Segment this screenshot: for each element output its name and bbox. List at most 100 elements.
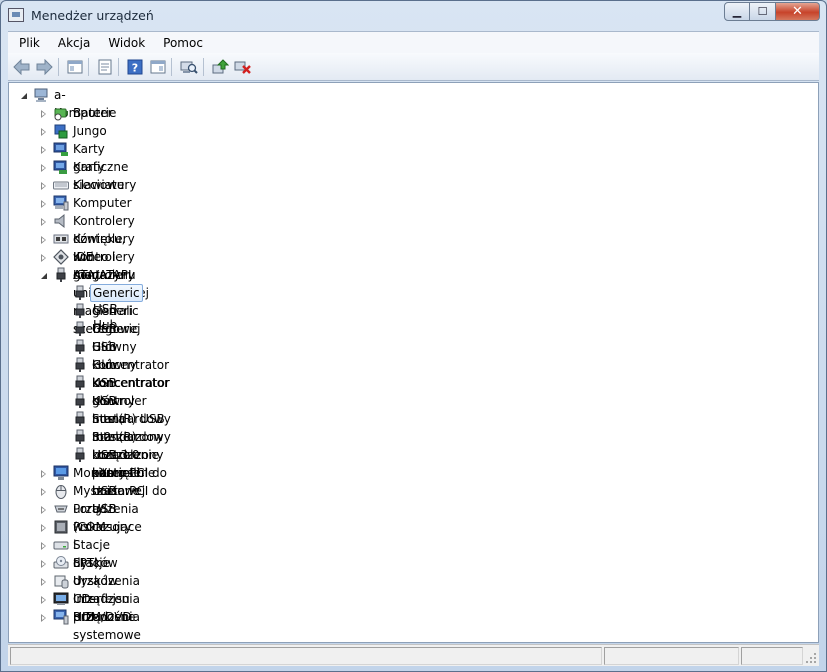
usb-device-icon — [75, 429, 85, 444]
toolbar: ? — [8, 53, 819, 81]
disk-drive-icon — [53, 541, 69, 550]
hid-icon — [54, 575, 69, 589]
status-pane-main — [10, 647, 602, 665]
collapse-triangle-icon[interactable] — [39, 271, 48, 280]
properties-button[interactable] — [96, 58, 114, 76]
menu-bar: Plik Akcja Widok Pomoc — [8, 31, 819, 53]
system-device-icon — [53, 609, 69, 625]
expand-triangle-icon[interactable] — [39, 199, 48, 208]
show-hide-tree-button[interactable] — [66, 58, 84, 76]
usb-device-icon — [75, 447, 85, 462]
expand-triangle-icon[interactable] — [39, 253, 48, 262]
tree-category[interactable]: Urządzenia systemowe — [71, 608, 143, 644]
storage-controller-icon — [53, 249, 69, 265]
expand-triangle-icon[interactable] — [39, 181, 48, 190]
scan-hardware-button[interactable] — [180, 58, 198, 76]
scan-hardware-icon — [180, 61, 198, 74]
usb-device-icon — [75, 393, 85, 408]
help-button[interactable]: ? — [126, 58, 144, 76]
tree-category[interactable]: Komputer — [71, 194, 134, 212]
portable-device-icon — [53, 592, 69, 605]
ide-controller-icon — [53, 234, 69, 244]
uninstall-button[interactable] — [234, 58, 252, 76]
minimize-icon: ▁ — [732, 5, 742, 18]
properties-icon — [98, 59, 112, 75]
minimize-button[interactable]: ▁ — [724, 2, 750, 21]
status-bar — [8, 644, 819, 666]
expand-triangle-icon[interactable] — [39, 469, 48, 478]
update-driver-button[interactable] — [211, 58, 229, 76]
forward-button[interactable] — [35, 58, 53, 76]
port-icon — [54, 505, 68, 513]
keyboard-icon — [53, 181, 69, 190]
expand-triangle-icon[interactable] — [39, 541, 48, 550]
toolbar-separator — [88, 58, 89, 76]
expand-triangle-icon[interactable] — [39, 577, 48, 586]
expand-triangle-icon[interactable] — [39, 595, 48, 604]
usb-device-icon — [75, 411, 85, 426]
expand-triangle-icon[interactable] — [39, 217, 48, 226]
details-pane-icon — [150, 60, 166, 74]
expand-triangle-icon[interactable] — [39, 163, 48, 172]
update-driver-icon — [212, 59, 229, 74]
computer-icon — [53, 195, 69, 211]
back-button[interactable] — [13, 58, 31, 76]
maximize-button[interactable]: ☐ — [750, 2, 776, 21]
display-adapter-icon — [53, 142, 68, 156]
toolbar-separator — [58, 58, 59, 76]
help-icon: ? — [127, 59, 143, 75]
toolbar-separator — [118, 58, 119, 76]
expand-triangle-icon[interactable] — [39, 127, 48, 136]
device-tree-view[interactable]: a-Komputer Baterie Jungo Karty graficzne Kar… — [8, 82, 819, 643]
tree-category[interactable]: Klawiatury — [71, 176, 138, 194]
tree-category[interactable]: Jungo — [71, 122, 109, 140]
title-bar[interactable]: Menedżer urządzeń ▁ ☐ ✕ — [1, 1, 826, 31]
menu-pomoc[interactable]: Pomoc — [156, 33, 210, 53]
cdrom-icon — [53, 556, 69, 569]
speaker-icon — [54, 213, 65, 229]
usb-device-icon — [75, 357, 85, 372]
mouse-icon — [55, 485, 67, 499]
collapse-triangle-icon[interactable] — [19, 91, 28, 100]
expand-triangle-icon[interactable] — [39, 559, 48, 568]
usb-device-icon — [75, 321, 85, 336]
usb-device-icon — [75, 375, 85, 390]
tree-category[interactable]: Monitory — [71, 464, 128, 482]
menu-widok[interactable]: Widok — [101, 33, 152, 53]
status-pane-2 — [604, 647, 739, 665]
expand-triangle-icon[interactable] — [39, 505, 48, 514]
usb-icon — [56, 267, 66, 282]
usb-device-icon — [75, 285, 85, 300]
uninstall-icon — [234, 61, 251, 74]
computer-icon — [34, 88, 48, 102]
menu-plik[interactable]: Plik — [12, 33, 47, 53]
back-icon — [13, 59, 30, 75]
tree-category[interactable]: Procesory — [71, 518, 134, 536]
window-title: Menedżer urządzeń — [31, 8, 154, 23]
tree-category[interactable]: Baterie — [71, 104, 118, 122]
expand-triangle-icon[interactable] — [39, 109, 48, 118]
show-hide-tree-icon — [67, 60, 83, 74]
expand-triangle-icon[interactable] — [39, 487, 48, 496]
toolbar-separator — [203, 58, 204, 76]
tree-item-selected[interactable]: Generic USB Hub — [90, 284, 143, 332]
close-icon: ✕ — [792, 4, 803, 19]
device-icon — [54, 124, 68, 139]
device-manager-icon — [8, 8, 24, 22]
svg-text:?: ? — [132, 62, 138, 75]
caption-buttons: ▁ ☐ ✕ — [724, 2, 820, 22]
close-button[interactable]: ✕ — [776, 2, 820, 21]
menu-akcja[interactable]: Akcja — [51, 33, 97, 53]
expand-triangle-icon[interactable] — [39, 235, 48, 244]
processor-icon — [54, 520, 68, 534]
expand-triangle-icon[interactable] — [39, 145, 48, 154]
monitor-icon — [53, 465, 69, 480]
details-pane-button[interactable] — [149, 58, 167, 76]
battery-icon — [54, 108, 68, 121]
device-manager-window: Menedżer urządzeń ▁ ☐ ✕ Plik Akcja Widok… — [0, 0, 827, 672]
expand-triangle-icon[interactable] — [39, 613, 48, 622]
expand-triangle-icon[interactable] — [39, 523, 48, 532]
toolbar-separator — [171, 58, 172, 76]
resize-grip-icon[interactable] — [805, 652, 817, 664]
usb-device-icon — [75, 339, 85, 354]
